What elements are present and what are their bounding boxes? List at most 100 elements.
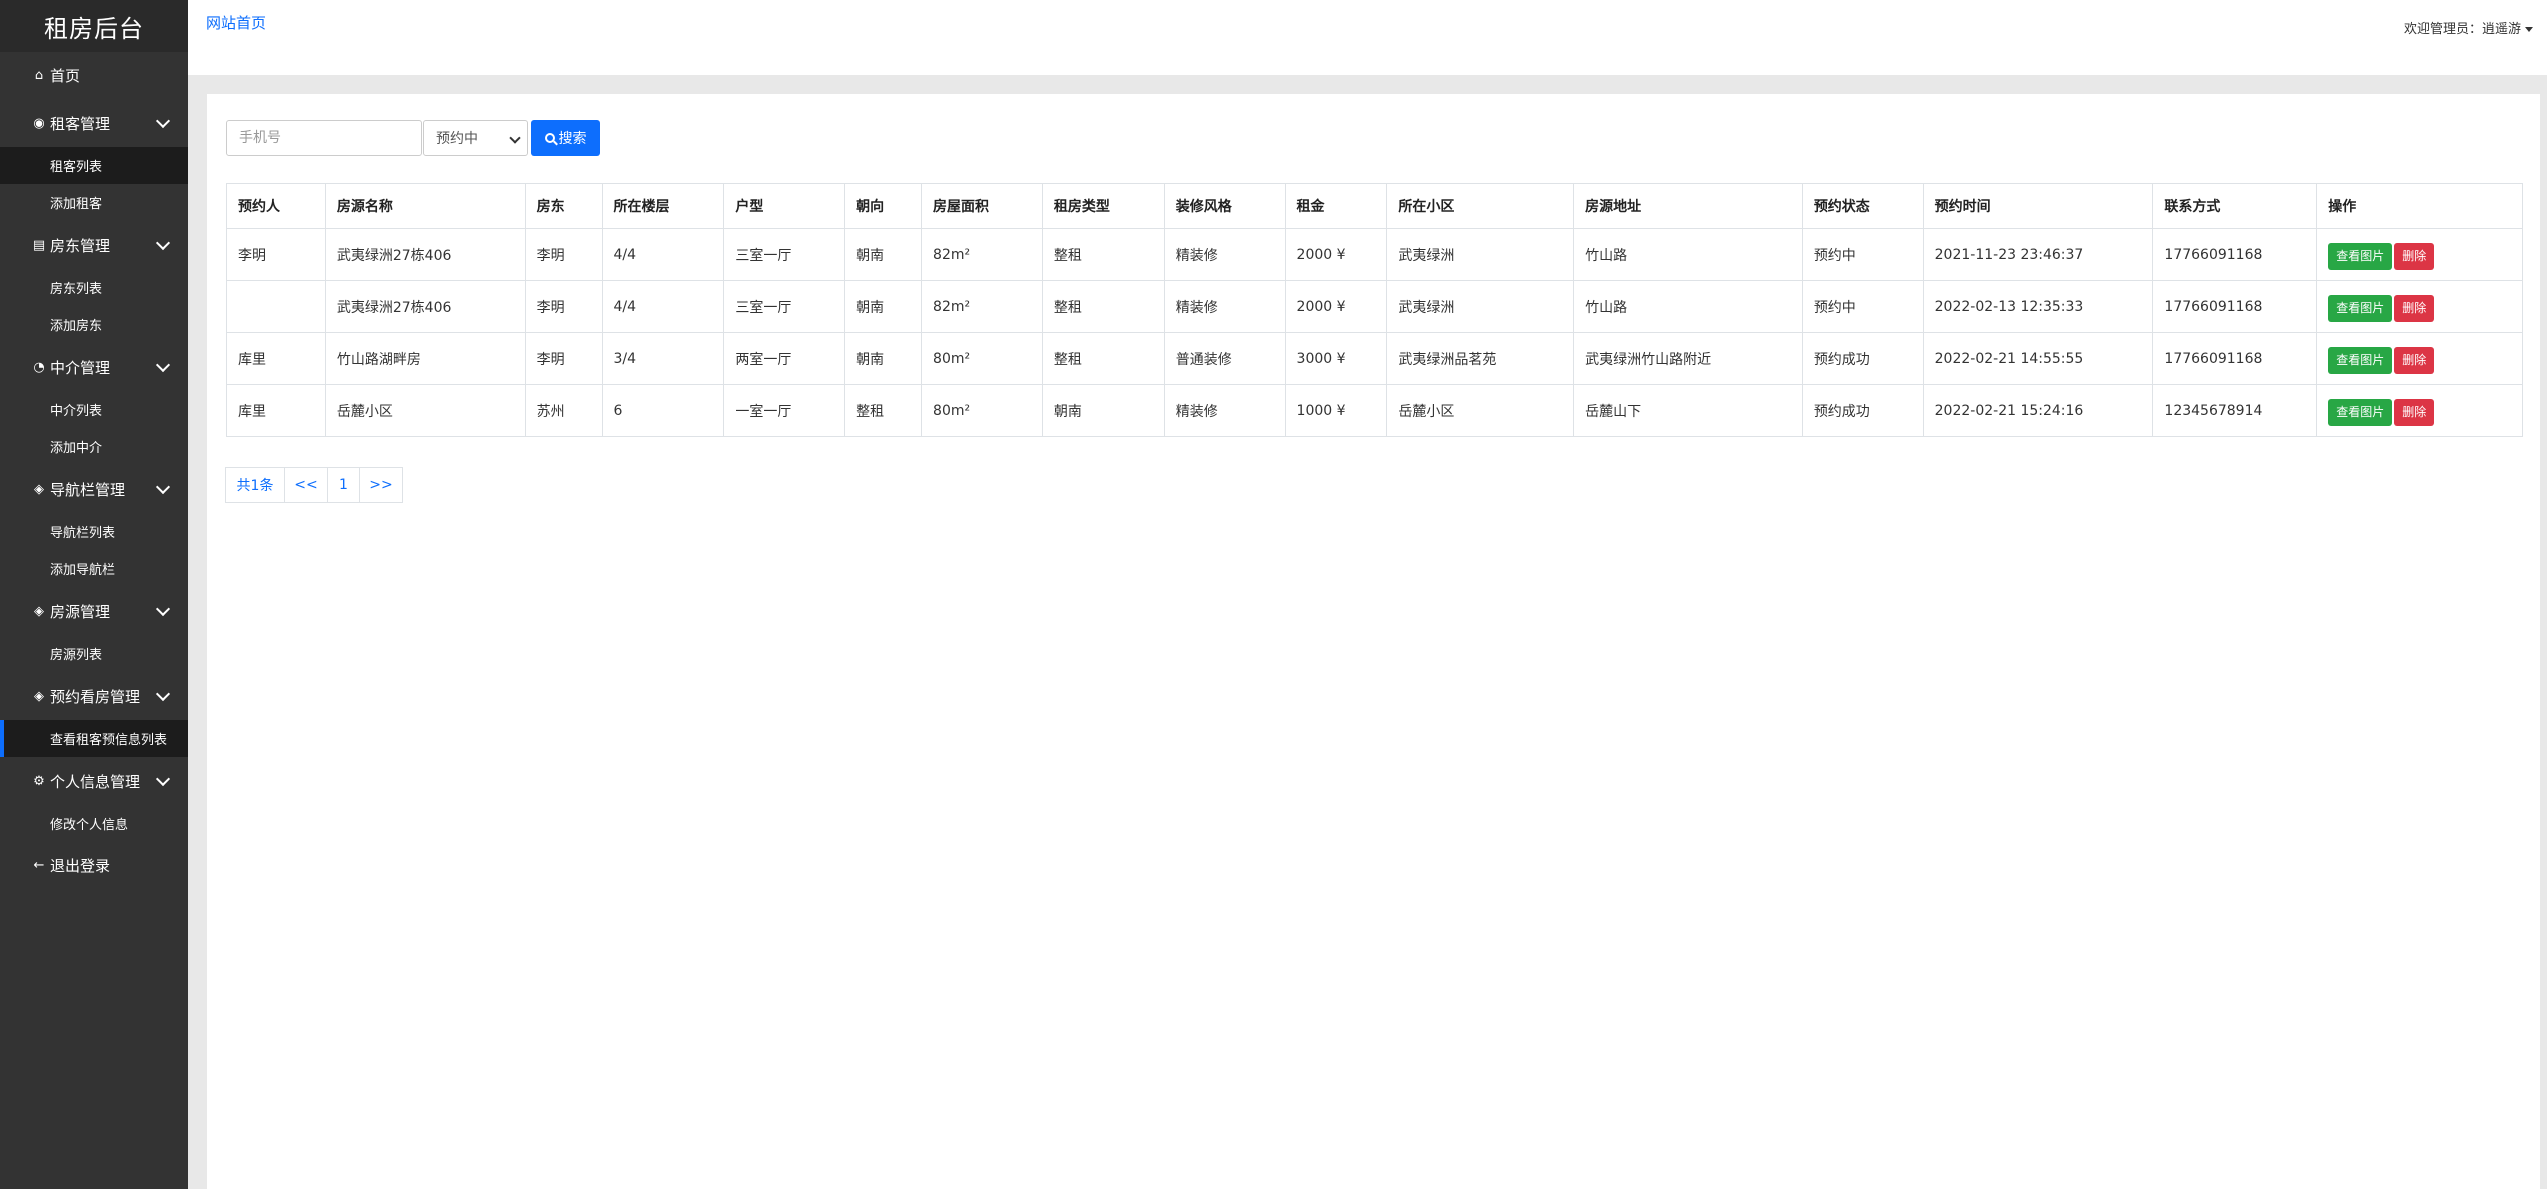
column-header: 房东 bbox=[524, 183, 603, 229]
pagination-next[interactable]: >> bbox=[359, 467, 403, 503]
sidebar-group-label: 预约看房管理 bbox=[50, 687, 141, 706]
status-cell: 预约成功 bbox=[1801, 332, 1924, 385]
table-cell: 2022-02-21 15:24:16 bbox=[1922, 384, 2154, 437]
table-cell: 李明 bbox=[524, 280, 603, 333]
table-row: 武夷绿洲27栋406 李明 4/4 三室一厅 朝南 82m² 整租 精装修 20… bbox=[226, 280, 2523, 333]
actions-cell: 查看图片 删除 bbox=[2316, 228, 2523, 281]
sidebar-item-logout[interactable]: ← 退出登录 bbox=[0, 842, 188, 889]
sidebar-item-add-landlord[interactable]: 添加房东 bbox=[0, 306, 188, 343]
admin-menu[interactable]: 欢迎管理员：逍遥游 bbox=[2404, 18, 2533, 37]
table-cell: 朝南 bbox=[844, 332, 923, 385]
table-cell: 精装修 bbox=[1163, 280, 1286, 333]
table-cell: 整租 bbox=[1041, 228, 1165, 281]
sidebar-group-label: 个人信息管理 bbox=[50, 772, 141, 791]
pagination-prev[interactable]: << bbox=[284, 467, 328, 503]
table-cell: 武夷绿洲竹山路附近 bbox=[1573, 332, 1803, 385]
sidebar-item-add-agent[interactable]: 添加中介 bbox=[0, 428, 188, 465]
sidebar-item-nav-list[interactable]: 导航栏列表 bbox=[0, 513, 188, 550]
table-cell: 6 bbox=[601, 384, 725, 437]
table-row: 库里 竹山路湖畔房 李明 3/4 两室一厅 朝南 80m² 整租 普通装修 30… bbox=[226, 332, 2523, 385]
brand-title: 租房后台 bbox=[0, 0, 188, 52]
phone-search-input[interactable] bbox=[226, 120, 422, 156]
sidebar-group-tenant[interactable]: ◉ 租客管理 bbox=[0, 99, 188, 147]
view-images-button[interactable]: 查看图片 bbox=[2328, 295, 2393, 322]
table-cell: 17766091168 bbox=[2152, 280, 2318, 333]
sidebar-group-label: 房源管理 bbox=[50, 602, 111, 621]
sidebar-group-agent[interactable]: ◔ 中介管理 bbox=[0, 343, 188, 391]
table-cell: 武夷绿洲27栋406 bbox=[324, 228, 526, 281]
search-button[interactable]: 搜索 bbox=[531, 120, 600, 156]
sidebar-group-label: 租客管理 bbox=[50, 114, 111, 133]
sidebar-item-home[interactable]: ⌂ 首页 bbox=[0, 52, 188, 99]
delete-button[interactable]: 删除 bbox=[2394, 243, 2435, 270]
sidebar: 租房后台 ⌂ 首页 ◉ 租客管理 租客列表 添加租客 ▤ 房东管理 房东列表 添… bbox=[0, 0, 188, 1189]
table-cell: 普通装修 bbox=[1163, 332, 1286, 385]
table-cell: 三室一厅 bbox=[723, 228, 846, 281]
table-cell: 朝南 bbox=[844, 228, 923, 281]
sidebar-item-label: 首页 bbox=[50, 67, 81, 85]
table-cell: 3000 ¥ bbox=[1284, 332, 1388, 385]
table-cell: 2022-02-21 14:55:55 bbox=[1922, 332, 2154, 385]
status-select-value: 预约中 bbox=[436, 131, 478, 147]
table-cell: 2021-11-23 23:46:37 bbox=[1922, 228, 2154, 281]
sidebar-group-listing[interactable]: ◈ 房源管理 bbox=[0, 587, 188, 635]
sidebar-item-agent-list[interactable]: 中介列表 bbox=[0, 391, 188, 428]
table-row: 库里 岳麓小区 苏州 6 一室一厅 整租 80m² 朝南 精装修 1000 ¥ … bbox=[226, 384, 2523, 437]
table-cell: 17766091168 bbox=[2152, 332, 2318, 385]
chevron-down-icon bbox=[155, 357, 171, 373]
sidebar-item-tenant-list[interactable]: 租客列表 bbox=[0, 147, 188, 184]
pagination-page[interactable]: 1 bbox=[327, 467, 360, 503]
table-cell: 三室一厅 bbox=[723, 280, 846, 333]
view-images-button[interactable]: 查看图片 bbox=[2328, 243, 2393, 270]
sidebar-item-listing-list[interactable]: 房源列表 bbox=[0, 635, 188, 672]
sidebar-group-nav[interactable]: ◈ 导航栏管理 bbox=[0, 465, 188, 513]
home-icon: ⌂ bbox=[34, 68, 44, 83]
arrow-left-icon: ← bbox=[33, 858, 45, 873]
table-header: 预约人 房源名称 房东 所在楼层 户型 朝向 房屋面积 租房类型 装修风格 租金… bbox=[226, 183, 2523, 229]
table-cell: 朝南 bbox=[844, 280, 923, 333]
column-header: 朝向 bbox=[844, 183, 923, 229]
chevron-down-icon bbox=[509, 132, 521, 144]
table-cell: 竹山路湖畔房 bbox=[324, 332, 526, 385]
table-cell: 2000 ¥ bbox=[1284, 280, 1388, 333]
chevron-down-icon bbox=[155, 113, 171, 129]
sidebar-item-landlord-list[interactable]: 房东列表 bbox=[0, 269, 188, 306]
actions-cell: 查看图片 删除 bbox=[2316, 280, 2523, 333]
sidebar-group-profile[interactable]: ⚙ 个人信息管理 bbox=[0, 757, 188, 805]
sidebar-item-add-tenant[interactable]: 添加租客 bbox=[0, 184, 188, 221]
table-cell: 两室一厅 bbox=[723, 332, 846, 385]
table-cell: 82m² bbox=[921, 280, 1043, 333]
sidebar-group-label: 导航栏管理 bbox=[50, 480, 126, 499]
table-cell: 2000 ¥ bbox=[1284, 228, 1388, 281]
search-button-label: 搜索 bbox=[558, 131, 587, 147]
site-home-link[interactable]: 网站首页 bbox=[206, 12, 266, 33]
column-header: 操作 bbox=[2316, 183, 2523, 229]
column-header: 所在小区 bbox=[1386, 183, 1575, 229]
column-header: 装修风格 bbox=[1163, 183, 1286, 229]
delete-button[interactable]: 删除 bbox=[2394, 399, 2435, 426]
view-images-button[interactable]: 查看图片 bbox=[2328, 347, 2393, 374]
table-cell: 整租 bbox=[1041, 332, 1165, 385]
sidebar-item-appointment-list[interactable]: 查看租客预信息列表 bbox=[0, 720, 188, 757]
table-cell: 竹山路 bbox=[1573, 280, 1803, 333]
sidebar-item-edit-profile[interactable]: 修改个人信息 bbox=[0, 805, 188, 842]
column-header: 租金 bbox=[1284, 183, 1388, 229]
table-cell: 朝南 bbox=[1041, 384, 1165, 437]
table-cell: 一室一厅 bbox=[723, 384, 846, 437]
layers-icon: ◈ bbox=[34, 603, 44, 619]
delete-button[interactable]: 删除 bbox=[2394, 347, 2435, 374]
gear-icon: ⚙ bbox=[33, 773, 45, 789]
sidebar-item-add-nav[interactable]: 添加导航栏 bbox=[0, 550, 188, 587]
table-cell: 岳麓山下 bbox=[1573, 384, 1803, 437]
view-images-button[interactable]: 查看图片 bbox=[2328, 399, 2393, 426]
table-cell: 精装修 bbox=[1163, 384, 1286, 437]
chevron-down-icon bbox=[155, 479, 171, 495]
book-icon: ▤ bbox=[32, 237, 46, 253]
table-cell: 1000 ¥ bbox=[1284, 384, 1388, 437]
table-cell: 82m² bbox=[921, 228, 1043, 281]
status-select[interactable]: 预约中 bbox=[423, 120, 528, 156]
sidebar-group-landlord[interactable]: ▤ 房东管理 bbox=[0, 221, 188, 269]
column-header: 所在楼层 bbox=[601, 183, 725, 229]
sidebar-group-appointment[interactable]: ◈ 预约看房管理 bbox=[0, 672, 188, 720]
delete-button[interactable]: 删除 bbox=[2394, 295, 2435, 322]
